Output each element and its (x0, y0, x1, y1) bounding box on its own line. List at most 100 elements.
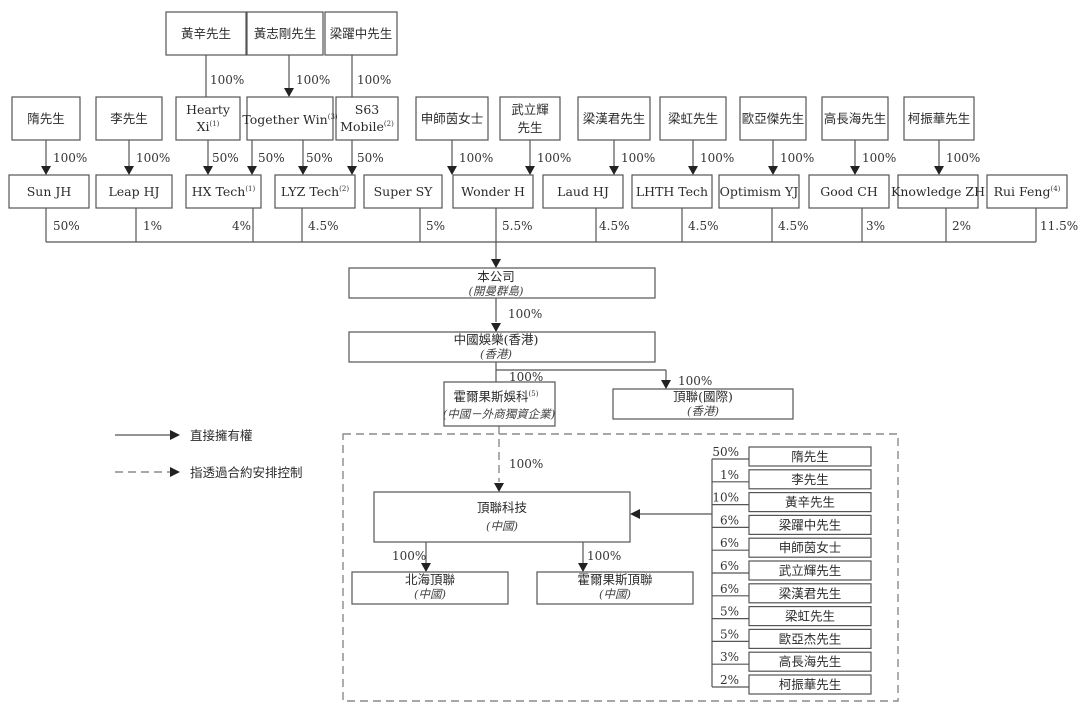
holding-company-name: S63 (355, 102, 380, 117)
registered-holder-percentage: 6% (720, 536, 739, 550)
shareholder-percentage: 4.5% (778, 219, 809, 233)
legend-contractual-control: 指透過合約安排控制 (190, 465, 303, 480)
holding-company-name: Hearty (186, 102, 231, 117)
ownership-percentage: 100% (678, 374, 712, 388)
arrow-down-icon (247, 166, 257, 175)
subsidiary-percentage: 100% (392, 549, 426, 563)
ownership-percentage: 100% (621, 151, 655, 165)
arrow-right-icon (170, 467, 180, 477)
ownership-percentage: 50% (212, 151, 239, 165)
registered-holder-percentage: 6% (720, 582, 739, 596)
opco-jurisdiction: (中國) (486, 519, 518, 533)
hk-subsidiary-name: 中國娛樂(香港) (454, 332, 539, 347)
shareholder-name: Optimism YJ (720, 184, 799, 199)
top-owner-name: 黃志剛先生 (254, 26, 317, 41)
ownership-percentage: 100% (862, 151, 896, 165)
shareholder-percentage: 5.5% (502, 219, 533, 233)
ownership-percentage: 50% (306, 151, 333, 165)
registered-holder-percentage: 2% (720, 673, 739, 687)
shareholder-percentage: 11.5% (1040, 219, 1078, 233)
ownership-percentage: 100% (136, 151, 170, 165)
arrow-down-icon (284, 88, 294, 97)
ownership-percentage: 100% (508, 307, 542, 321)
shareholding-structure-diagram: 黃辛先生 黃志剛先生 梁躍中先生隋先生 李先生 申師茵女士武立輝先生梁漢君先生 梁虹先生歐… (8, 11, 1078, 702)
shareholder-name: Wonder H (461, 184, 525, 199)
registered-holder-name: 梁漢君先生 (779, 586, 842, 601)
registered-holder-percentage: 5% (720, 627, 739, 641)
shareholder-percentage: 5% (426, 219, 445, 233)
registered-holder-name: 歐亞杰先生 (779, 631, 842, 646)
shareholder-name: Super SY (374, 184, 434, 199)
owner-name: 梁漢君先生 (583, 111, 646, 126)
owner-name: 柯振華先生 (908, 111, 971, 126)
arrow-right-icon (170, 430, 180, 440)
arrow-down-icon (688, 166, 698, 175)
wfoe-name: 霍爾果斯娛科(5) (454, 389, 539, 404)
registered-holder-percentage: 1% (720, 468, 739, 482)
ownership-percentage: 100% (946, 151, 980, 165)
intl-subsidiary-name: 頂聯(國際) (673, 389, 733, 404)
arrow-down-icon (661, 380, 671, 389)
owner-name: 武立輝 (511, 102, 549, 117)
top-owner-name: 梁躍中先生 (330, 26, 393, 41)
shareholder-name: Leap HJ (108, 184, 159, 199)
owner-name: 歐亞傑先生 (742, 111, 805, 126)
shareholder-name: Laud HJ (557, 184, 609, 199)
arrow-down-icon (447, 166, 457, 175)
opco-subsidiary-jurisdiction: (中國) (414, 587, 446, 601)
ownership-percentage: 100% (780, 151, 814, 165)
ownership-percentage: 100% (53, 151, 87, 165)
shareholder-percentage: 1% (143, 219, 162, 233)
arrow-down-icon (850, 166, 860, 175)
arrow-down-icon (347, 166, 357, 175)
arrow-down-icon (934, 166, 944, 175)
registered-holder-name: 申師茵女士 (779, 540, 842, 555)
owner-name: 梁虹先生 (668, 111, 718, 126)
arrow-down-icon (768, 166, 778, 175)
owner-name: 申師茵女士 (421, 111, 484, 126)
shareholder-name: Knowledge ZH (891, 184, 985, 199)
registered-holder-name: 梁虹先生 (785, 609, 835, 624)
registered-holder-name: 隋先生 (791, 449, 829, 464)
shareholder-name: Good CH (820, 184, 878, 199)
arrow-down-icon (203, 166, 213, 175)
ownership-percentage: 100% (537, 151, 571, 165)
arrow-left-icon (630, 509, 640, 519)
ownership-percentage: 50% (357, 151, 384, 165)
owner-name: 李先生 (110, 111, 148, 126)
registered-holder-name: 柯振華先生 (779, 677, 842, 692)
subsidiary-percentage: 100% (587, 549, 621, 563)
opco-name: 頂聯科技 (477, 500, 528, 515)
ownership-percentage: 100% (509, 457, 543, 471)
owner-name: 先生 (517, 120, 542, 135)
legend-direct-ownership: 直接擁有權 (190, 428, 253, 443)
shareholder-percentage: 4.5% (599, 219, 630, 233)
shareholder-percentage: 4.5% (688, 219, 719, 233)
shareholder-name: LHTH Tech (636, 184, 708, 199)
wfoe-jurisdiction: (中國－外商獨資企業) (443, 407, 555, 421)
registered-holder-percentage: 10% (712, 491, 739, 505)
ownership-percentage: 100% (357, 73, 391, 87)
registered-holder-percentage: 6% (720, 513, 739, 527)
ownership-percentage: 100% (296, 73, 330, 87)
hk-subsidiary-jurisdiction: (香港) (480, 347, 512, 361)
registered-holder-name: 梁躍中先生 (779, 517, 842, 532)
intl-subsidiary-jurisdiction: (香港) (687, 404, 719, 418)
owner-name: 高長海先生 (824, 111, 887, 126)
opco-subsidiary-name: 霍爾果斯頂聯 (577, 572, 653, 587)
shareholder-percentage: 50% (53, 219, 80, 233)
shareholder-percentage: 4.5% (308, 219, 339, 233)
shareholder-percentage: 2% (952, 219, 971, 233)
ownership-percentage: 100% (459, 151, 493, 165)
arrow-down-icon (525, 166, 535, 175)
shareholder-percentage: 4% (232, 219, 251, 233)
arrow-down-icon (491, 323, 501, 332)
ownership-percentage: 100% (700, 151, 734, 165)
ownership-percentage: 50% (258, 151, 285, 165)
registered-holder-percentage: 50% (712, 445, 739, 459)
opco-subsidiary-jurisdiction: (中國) (599, 587, 631, 601)
opco-subsidiary-name: 北海頂聯 (405, 572, 456, 587)
arrow-down-icon (609, 166, 619, 175)
ownership-percentage: 100% (509, 370, 543, 384)
registered-holder-name: 李先生 (791, 472, 829, 487)
